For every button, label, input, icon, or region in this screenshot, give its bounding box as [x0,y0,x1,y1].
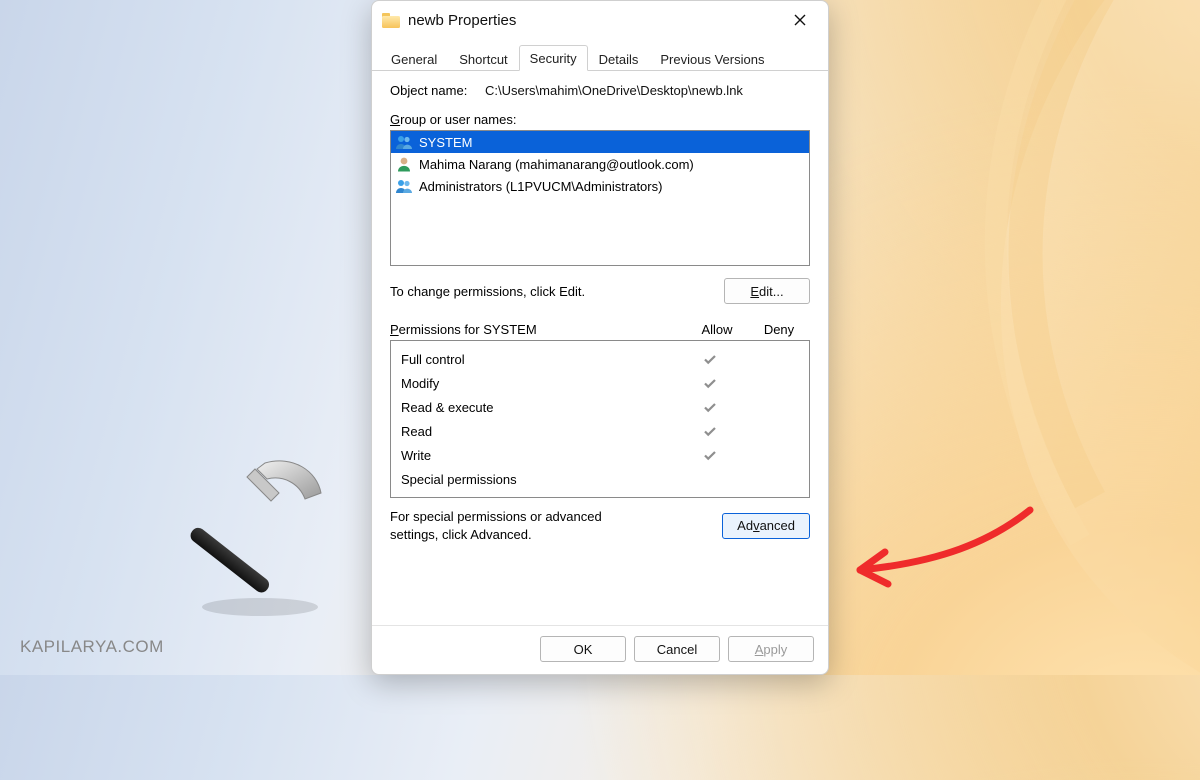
tab-shortcut[interactable]: Shortcut [448,46,518,71]
watermark-text: KAPILARYA.COM [20,637,164,657]
perm-name: Read & execute [401,400,679,415]
tab-previous-versions[interactable]: Previous Versions [649,46,775,71]
change-permissions-text: To change permissions, click Edit. [390,284,585,299]
close-button[interactable] [778,5,822,35]
allow-check [679,399,741,416]
folder-icon [382,13,400,28]
annotation-arrow [830,480,1050,600]
list-item-system[interactable]: SYSTEM [391,131,809,153]
tab-details[interactable]: Details [588,46,650,71]
apply-button[interactable]: Apply [728,636,814,662]
check-icon [702,423,718,439]
check-icon [702,447,718,463]
ok-button[interactable]: OK [540,636,626,662]
security-tab-content: Object name: C:\Users\mahim\OneDrive\Des… [372,71,828,625]
list-item-label: Administrators (L1PVUCM\Administrators) [419,179,662,194]
users-icon [395,134,413,150]
perm-name: Write [401,448,679,463]
check-icon [702,375,718,391]
allow-check [679,375,741,392]
perm-row: Modify [401,371,803,395]
edit-button[interactable]: Edit... [724,278,810,304]
object-name-value: C:\Users\mahim\OneDrive\Desktop\newb.lnk [485,83,743,98]
group-users-label: Group or user names: [390,112,810,127]
perm-row: Read & execute [401,395,803,419]
perm-row: Read [401,419,803,443]
permissions-for-label: Permissions for SYSTEM [390,322,686,337]
group-users-listbox[interactable]: SYSTEM Mahima Narang (mahimanarang@outlo… [390,130,810,266]
allow-check [679,351,741,368]
perm-name: Special permissions [401,472,679,487]
allow-check [679,447,741,464]
window-title: newb Properties [408,12,516,29]
perm-row: Special permissions [401,467,803,491]
list-item-administrators[interactable]: Administrators (L1PVUCM\Administrators) [391,175,809,197]
advanced-button[interactable]: Advanced [722,513,810,539]
permissions-listbox: Full control Modify Read & execute Read [390,340,810,498]
object-name-label: Object name: [390,83,485,98]
tab-security[interactable]: Security [519,45,588,71]
dialog-footer: OK Cancel Apply [372,625,828,674]
titlebar: newb Properties [372,1,828,39]
check-icon [702,399,718,415]
perm-name: Full control [401,352,679,367]
hammer-icon [175,449,345,619]
perm-row: Write [401,443,803,467]
list-item-user[interactable]: Mahima Narang (mahimanarang@outlook.com) [391,153,809,175]
list-item-label: Mahima Narang (mahimanarang@outlook.com) [419,157,694,172]
list-item-label: SYSTEM [419,135,472,150]
perm-row: Full control [401,347,803,371]
properties-dialog: newb Properties General Shortcut Securit… [371,0,829,675]
perm-name: Read [401,424,679,439]
allow-check [679,423,741,440]
tab-general[interactable]: General [380,46,448,71]
column-deny: Deny [748,322,810,337]
tab-strip: General Shortcut Security Details Previo… [372,43,828,71]
user-icon [395,156,413,172]
users-icon [395,178,413,194]
cancel-button[interactable]: Cancel [634,636,720,662]
close-icon [794,14,806,26]
perm-name: Modify [401,376,679,391]
column-allow: Allow [686,322,748,337]
check-icon [702,351,718,367]
advanced-help-text: For special permissions or advanced sett… [390,508,650,543]
